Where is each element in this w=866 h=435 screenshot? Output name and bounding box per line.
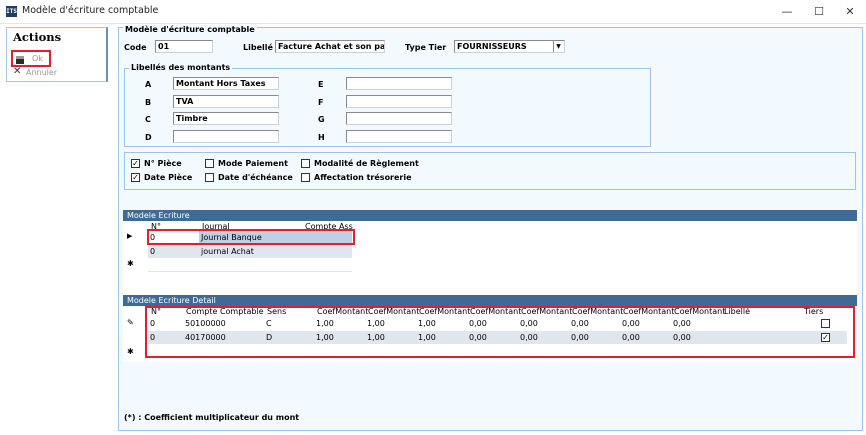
options-group: ✓ N° Pièce ✓ Date Pièce Mode Paiement Date d'… — [124, 152, 856, 190]
amount-field-a[interactable]: Montant Hors Taxes — [173, 77, 279, 90]
minimize-button[interactable]: — — [771, 0, 803, 24]
type-tier-select[interactable]: FOURNISSEURS ▼ — [454, 40, 565, 53]
cancel-button[interactable]: ✕ Annuler — [13, 66, 73, 79]
code-field[interactable]: 01 — [155, 40, 213, 53]
checkbox-1[interactable]: ✓ — [131, 159, 140, 168]
amount-field-e[interactable] — [346, 77, 452, 90]
grid1-cell-r2c1[interactable]: 0 — [148, 245, 199, 258]
type-tier-label: Type Tier — [405, 43, 447, 52]
window-title: Modèle d'écriture comptable — [22, 5, 159, 16]
checkbox-6[interactable] — [301, 173, 310, 182]
checkbox-4[interactable] — [205, 173, 214, 182]
modele-ecriture-detail-grid: N° Compte Comptable Sens CoefMontant CoefMon… — [123, 306, 857, 362]
chevron-down-icon[interactable]: ▼ — [553, 41, 563, 52]
modele-ecriture-grid: N° Journal Compte Ass ▶ 0 Journal Banque 0 jour… — [123, 221, 857, 301]
amounts-group: Libellés des montants A Montant Hors Taxe… — [124, 63, 651, 147]
modele-ecriture-header: Modele Ecriture — [123, 210, 857, 221]
grid1-new-row[interactable] — [148, 259, 352, 272]
amount-letter-h: H — [318, 133, 325, 142]
edit-pencil-icon: ✎ — [127, 318, 134, 327]
amount-letter-c: C — [145, 115, 151, 124]
checkbox-label-6: Affectation trésorerie — [314, 173, 412, 182]
new-row-icon: ✱ — [127, 347, 134, 356]
checkbox-label-5: Modalité de Règlement — [314, 159, 419, 168]
new-row-icon: ✱ — [127, 259, 134, 268]
amount-field-b[interactable]: TVA — [173, 95, 279, 108]
footnote: (*) : Coefficient multiplicateur du mont — [124, 413, 300, 422]
amount-letter-a: A — [145, 80, 152, 89]
libelle-field[interactable]: Facture Achat et son pai — [275, 40, 385, 53]
checkbox-2[interactable]: ✓ — [131, 173, 140, 182]
grid1-cell-r2c3[interactable] — [302, 245, 352, 258]
cancel-label: Annuler — [26, 68, 58, 77]
checkbox-3[interactable] — [205, 159, 214, 168]
checkbox-label-1: N° Pièce — [144, 159, 182, 168]
ok-button[interactable]: Ok — [11, 50, 51, 67]
amount-letter-b: B — [145, 98, 152, 107]
amount-letter-f: F — [318, 98, 324, 107]
close-button[interactable]: ✕ — [834, 0, 866, 24]
amount-letter-d: D — [145, 133, 152, 142]
amounts-group-title: Libellés des montants — [129, 63, 233, 72]
type-tier-value: FOURNISSEURS — [457, 42, 527, 51]
row-pointer-icon: ▶ — [127, 232, 133, 240]
main-panel: Modèle d'écriture comptable Code 01 Libe… — [118, 25, 863, 431]
libelle-label: Libellé — [243, 43, 273, 52]
grid1-cell-r2c2[interactable]: journal Achat — [199, 245, 302, 258]
checkbox-label-3: Mode Paiement — [218, 159, 288, 168]
amount-letter-g: G — [318, 115, 325, 124]
maximize-button[interactable]: ☐ — [803, 0, 835, 24]
amount-field-d[interactable] — [173, 130, 279, 143]
grid2-highlight-box — [145, 306, 855, 358]
amount-field-g[interactable] — [346, 112, 452, 125]
form-group-title: Modèle d'écriture comptable — [123, 25, 257, 34]
app-icon: ITS — [6, 6, 17, 17]
modele-ecriture-detail-header: Modele Ecriture Detail — [123, 295, 857, 306]
checkbox-5[interactable] — [301, 159, 310, 168]
floppy-disk-icon — [16, 56, 24, 64]
actions-title: Actions — [13, 30, 62, 44]
close-icon: ✕ — [13, 66, 22, 77]
amount-letter-e: E — [318, 80, 324, 89]
title-bar: ITS Modèle d'écriture comptable — ☐ ✕ — [0, 0, 866, 24]
checkbox-label-4: Date d'échéance — [218, 173, 293, 182]
code-label: Code — [124, 43, 147, 52]
amount-field-c[interactable]: Timbre — [173, 112, 279, 125]
amount-field-f[interactable] — [346, 95, 452, 108]
amount-field-h[interactable] — [346, 130, 452, 143]
actions-panel: Actions Ok ✕ Annuler — [6, 27, 108, 82]
grid1-highlight-box — [147, 229, 355, 245]
checkbox-label-2: Date Pièce — [144, 173, 193, 182]
ok-label: Ok — [32, 54, 43, 63]
